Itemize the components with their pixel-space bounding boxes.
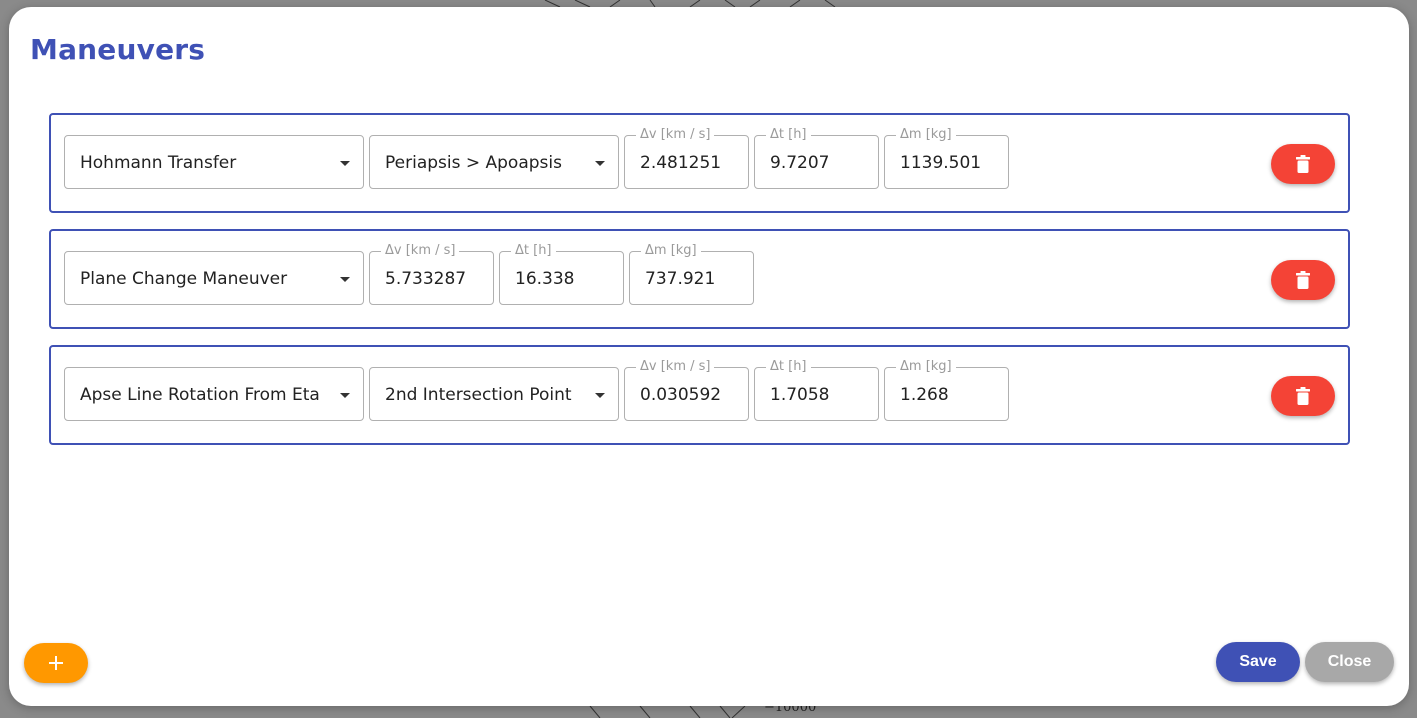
delta-v-field[interactable]: Δv [km / s] 0.030592 <box>624 359 749 421</box>
maneuver-row: Apse Line Rotation From Eta 2nd Intersec… <box>49 345 1350 445</box>
maneuver-row: Hohmann Transfer Periapsis > Apoapsis Δv… <box>49 113 1350 213</box>
maneuver-type-select[interactable]: Apse Line Rotation From Eta <box>64 367 364 421</box>
chevron-down-icon <box>340 277 350 282</box>
delta-t-label: Δt [h] <box>766 359 811 375</box>
chevron-down-icon <box>595 161 605 166</box>
chevron-down-icon <box>595 393 605 398</box>
delta-v-value: 5.733287 <box>385 269 467 289</box>
maneuver-type-value: Hohmann Transfer <box>80 153 237 173</box>
maneuver-option-value: Periapsis > Apoapsis <box>385 153 562 173</box>
chevron-down-icon <box>340 393 350 398</box>
delta-m-value: 1139.501 <box>900 153 982 173</box>
close-button[interactable]: Close <box>1305 642 1394 682</box>
maneuver-type-value: Plane Change Maneuver <box>80 269 288 289</box>
delta-t-value: 16.338 <box>515 269 575 289</box>
delta-t-label: Δt [h] <box>766 127 811 143</box>
maneuver-option-value: 2nd Intersection Point <box>385 385 572 405</box>
maneuvers-dialog: Maneuvers Hohmann Transfer Periapsis > A… <box>9 7 1409 706</box>
delta-v-value: 2.481251 <box>640 153 722 173</box>
delta-t-value: 9.7207 <box>770 153 830 173</box>
delta-m-field[interactable]: Δm [kg] 1139.501 <box>884 127 1009 189</box>
trash-icon <box>1296 155 1310 173</box>
plus-icon <box>49 656 63 670</box>
delta-m-value: 1.268 <box>900 385 949 405</box>
delta-t-field[interactable]: Δt [h] 16.338 <box>499 243 624 305</box>
maneuver-type-select[interactable]: Hohmann Transfer <box>64 135 364 189</box>
delete-maneuver-button[interactable] <box>1271 260 1335 300</box>
delta-m-label: Δm [kg] <box>896 359 956 375</box>
delta-m-value: 737.921 <box>645 269 716 289</box>
maneuver-type-value: Apse Line Rotation From Eta <box>80 385 320 405</box>
add-maneuver-button[interactable] <box>24 643 88 683</box>
delta-m-field[interactable]: Δm [kg] 1.268 <box>884 359 1009 421</box>
delta-v-field[interactable]: Δv [km / s] 2.481251 <box>624 127 749 189</box>
delta-m-field[interactable]: Δm [kg] 737.921 <box>629 243 754 305</box>
trash-icon <box>1296 387 1310 405</box>
dialog-title: Maneuvers <box>30 33 206 66</box>
delta-v-label: Δv [km / s] <box>381 243 460 259</box>
delta-t-value: 1.7058 <box>770 385 830 405</box>
maneuver-row: Plane Change Maneuver Δv [km / s] 5.7332… <box>49 229 1350 329</box>
delta-v-label: Δv [km / s] <box>636 127 715 143</box>
maneuver-option-select[interactable]: Periapsis > Apoapsis <box>369 135 619 189</box>
delta-m-label: Δm [kg] <box>641 243 701 259</box>
trash-icon <box>1296 271 1310 289</box>
chevron-down-icon <box>340 161 350 166</box>
delta-t-field[interactable]: Δt [h] 9.7207 <box>754 127 879 189</box>
delta-m-label: Δm [kg] <box>896 127 956 143</box>
maneuver-type-select[interactable]: Plane Change Maneuver <box>64 251 364 305</box>
delta-v-field[interactable]: Δv [km / s] 5.733287 <box>369 243 494 305</box>
delta-v-value: 0.030592 <box>640 385 722 405</box>
delete-maneuver-button[interactable] <box>1271 144 1335 184</box>
save-button[interactable]: Save <box>1216 642 1300 682</box>
delta-t-field[interactable]: Δt [h] 1.7058 <box>754 359 879 421</box>
delta-v-label: Δv [km / s] <box>636 359 715 375</box>
maneuver-option-select[interactable]: 2nd Intersection Point <box>369 367 619 421</box>
delta-t-label: Δt [h] <box>511 243 556 259</box>
delete-maneuver-button[interactable] <box>1271 376 1335 416</box>
